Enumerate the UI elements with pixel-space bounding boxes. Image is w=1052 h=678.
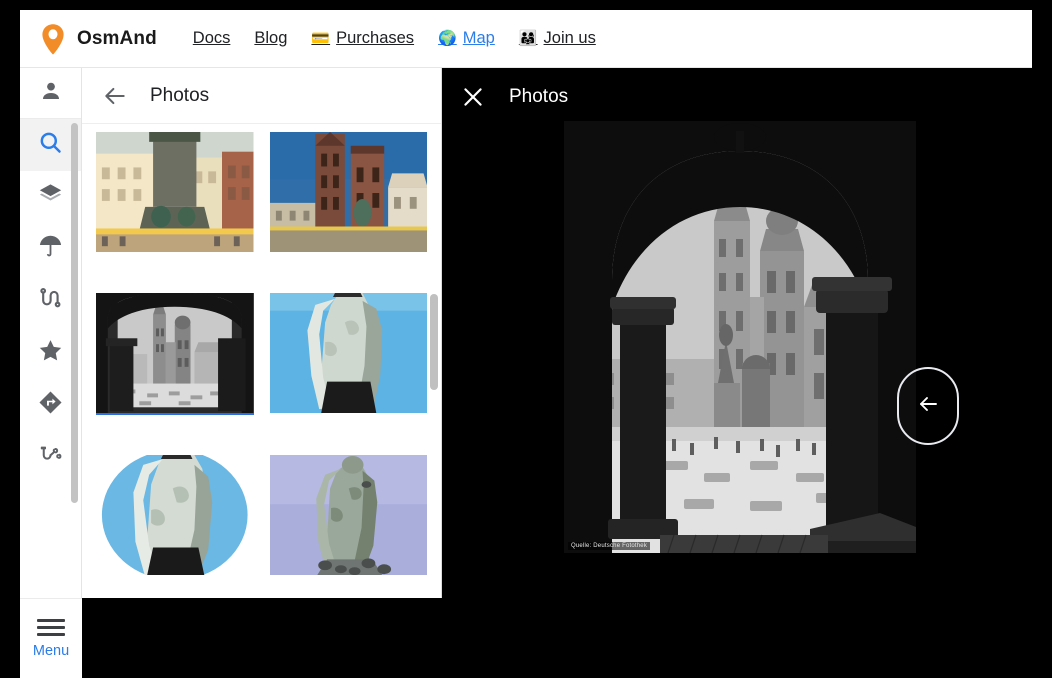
- photo-viewer-image-wrap: Quelle: Deutsche Fotothek: [564, 121, 916, 553]
- close-icon[interactable]: [460, 84, 486, 110]
- photos-panel-header: Photos: [82, 68, 441, 124]
- arrow-left-icon[interactable]: [102, 83, 128, 109]
- globe-icon: 🌍: [438, 31, 457, 46]
- nav-link-purchases[interactable]: 💳 Purchases: [311, 29, 414, 48]
- photo-viewer-header: Photos: [442, 68, 1052, 126]
- star-icon: [37, 337, 64, 369]
- photos-list-panel: Photos: [82, 68, 442, 598]
- photo-viewer: Photos: [442, 68, 1052, 610]
- nav-link-purchases-label: Purchases: [336, 29, 414, 48]
- nav-link-docs[interactable]: Docs: [193, 29, 231, 48]
- tracks-icon: [37, 285, 64, 317]
- app-stage: Menu Photos: [0, 68, 1052, 610]
- brand-logo-link[interactable]: OsmAnd: [40, 23, 157, 55]
- nav-link-blog-label: Blog: [254, 29, 287, 48]
- photos-list-scrollbar[interactable]: [430, 294, 438, 390]
- photo-thumbnail-grid: [82, 124, 441, 598]
- menu-button[interactable]: Menu: [20, 598, 82, 678]
- nav-link-docs-label: Docs: [193, 29, 231, 48]
- photo-thumbnail[interactable]: [270, 293, 428, 415]
- brand-name: OsmAnd: [77, 28, 157, 50]
- menu-label: Menu: [33, 643, 69, 659]
- search-icon: [37, 129, 64, 161]
- photo-thumbnail[interactable]: [96, 455, 254, 577]
- previous-photo-button[interactable]: [897, 367, 959, 445]
- layers-icon: [37, 181, 64, 213]
- photo-viewer-title: Photos: [509, 86, 568, 108]
- nav-link-map-label: Map: [463, 29, 495, 48]
- profile-icon: [38, 78, 64, 109]
- arrow-left-icon: [916, 392, 940, 421]
- hamburger-icon: [37, 619, 65, 636]
- navigation-icon: [37, 389, 64, 421]
- plan-route-icon: [37, 441, 64, 473]
- photo-viewer-image[interactable]: Quelle: Deutsche Fotothek: [564, 121, 916, 553]
- people-icon: 👨‍👩‍👧: [519, 31, 538, 46]
- nav-link-blog[interactable]: Blog: [254, 29, 287, 48]
- umbrella-icon: [37, 233, 64, 265]
- top-navigation-bar: OsmAnd Docs Blog 💳 Purchases 🌍 Map 👨‍👩‍👧…: [20, 10, 1032, 68]
- rail-scroll-area: [20, 119, 81, 598]
- nav-link-map[interactable]: 🌍 Map: [438, 29, 495, 48]
- nav-link-join-us[interactable]: 👨‍👩‍👧 Join us: [519, 29, 596, 48]
- photo-thumbnail[interactable]: [96, 132, 254, 254]
- rail-scrollbar[interactable]: [71, 123, 78, 503]
- photo-credit: Quelle: Deutsche Fotothek: [568, 542, 650, 550]
- credit-card-icon: 💳: [311, 31, 330, 46]
- photos-panel-title: Photos: [150, 85, 209, 107]
- rail-item-profile[interactable]: [20, 68, 81, 119]
- nav-link-join-us-label: Join us: [544, 29, 596, 48]
- photo-thumbnail-selected[interactable]: [96, 293, 254, 415]
- osmand-logo-icon: [40, 23, 66, 55]
- photo-thumbnail[interactable]: [270, 455, 428, 577]
- left-icon-rail: [20, 68, 82, 598]
- photo-thumbnail[interactable]: [270, 132, 428, 254]
